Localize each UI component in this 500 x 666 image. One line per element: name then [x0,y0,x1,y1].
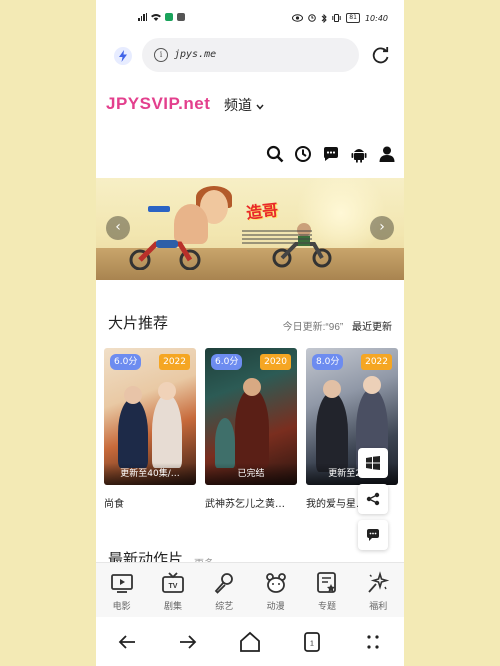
eye-icon [292,14,304,22]
chevron-down-icon [256,104,264,110]
channel-menu-label: 频道 [224,97,252,113]
poster-face [323,380,341,398]
chat-float-button[interactable] [358,520,388,550]
browser-address-row: i jpys.me [96,38,404,72]
phone-screen: 81 10:40 i jpys.me JPYSVIP.net 频道 造哥 ‹ ›… [96,0,404,666]
back-arrow-icon[interactable] [115,630,139,654]
sparkle-icon [368,571,390,593]
vibrate-icon [332,14,341,22]
tv-icon: TV [162,572,184,593]
tab-series[interactable]: TV 剧集 [150,563,196,617]
banner-tag [148,206,170,212]
svg-text:TV: TV [169,583,178,590]
tab-label: 剧集 [163,601,182,611]
app-notification-icon-2 [177,13,185,21]
poster-face [158,382,176,400]
tab-label: 电影 [112,601,131,611]
android-icon[interactable] [350,145,368,163]
forward-arrow-icon[interactable] [176,630,200,654]
tab-label: 动漫 [266,601,285,611]
bluetooth-icon [321,13,328,23]
tab-variety[interactable]: 综艺 [201,563,247,617]
year-badge: 2020 [260,354,291,370]
share-icon [366,492,380,506]
update-status: 已完结 [205,463,297,485]
tab-welfare[interactable]: 福利 [355,563,401,617]
section-title: 大片推荐 [108,315,169,332]
history-icon[interactable] [294,145,312,163]
poster-figure [215,418,235,468]
share-float-button[interactable] [358,484,388,514]
score-badge: 6.0分 [211,354,243,370]
tab-label: 综艺 [215,601,234,611]
tab-topic[interactable]: 专题 [304,563,350,617]
poster-figure [316,392,348,472]
comment-icon[interactable] [322,145,340,163]
recent-updates-link[interactable]: 最近更新 [352,322,392,333]
status-bar: 81 10:40 [96,0,404,36]
section-meta: 今日更新:“96” 最近更新 [283,318,392,333]
poster-face [363,376,381,394]
carousel-prev-button[interactable]: ‹ [106,216,130,240]
search-icon[interactable] [266,145,284,163]
poster-face [124,386,142,404]
banner-caption-art [242,230,312,244]
info-icon[interactable]: i [154,48,168,62]
header-tools [266,145,396,163]
motorcycle-illustration [129,240,201,270]
movie-poster[interactable]: 6.0分 2022 更新至40集/… [104,348,196,485]
status-left [138,13,185,21]
poster-figure [118,398,148,468]
movie-icon [110,574,133,593]
poster-figure [235,388,269,468]
windows-float-button[interactable] [358,448,388,478]
status-right: 81 10:40 [292,13,388,23]
movie-title[interactable]: 武神苏乞儿之黄… [205,495,297,510]
app-notification-icon [165,13,173,21]
microphone-icon [215,573,234,594]
tab-label: 福利 [369,601,388,611]
status-time: 10:40 [364,13,388,23]
tab-label: 专题 [317,601,336,611]
poster-figure [152,394,182,468]
featured-cards: 6.0分 2022 更新至40集/… 尚食 6.0分 2020 已完结 武神苏乞… [104,348,398,510]
score-badge: 8.0分 [312,354,344,370]
update-status: 更新至40集/… [104,463,196,485]
channel-menu[interactable]: 频道 [224,95,264,115]
system-navigation: 1 [96,618,404,666]
tab-anime[interactable]: 动漫 [253,563,299,617]
bolt-icon[interactable] [114,47,132,65]
year-badge: 2022 [361,354,392,370]
movie-title[interactable]: 尚食 [104,495,196,510]
movie-card[interactable]: 6.0分 2020 已完结 武神苏乞儿之黄… [205,348,297,510]
movie-poster[interactable]: 6.0分 2020 已完结 [205,348,297,485]
url-text[interactable]: jpys.me [174,49,216,60]
chat-icon [367,529,379,541]
year-badge: 2022 [159,354,190,370]
score-badge: 6.0分 [110,354,142,370]
bear-icon [265,573,286,593]
menu-dots-icon[interactable] [361,630,385,654]
user-icon[interactable] [378,145,396,163]
cellular-signal-icon [138,13,147,21]
alarm-icon [308,14,317,22]
topic-icon [317,572,336,593]
tab-movie[interactable]: 电影 [99,563,145,617]
site-logo[interactable]: JPYSVIP.net [106,94,210,114]
battery-indicator: 81 [346,13,360,23]
svg-text:1: 1 [310,641,314,648]
carousel-next-button[interactable]: › [370,216,394,240]
wifi-icon [151,14,161,21]
address-bar[interactable]: i jpys.me [142,38,359,72]
movie-card[interactable]: 6.0分 2022 更新至40集/… 尚食 [104,348,196,510]
home-icon[interactable] [238,630,262,654]
banner-carousel[interactable]: 造哥 [96,178,404,280]
today-updated-label: 今日更新:“96” [282,322,344,333]
banner-title-art: 造哥 [245,202,280,223]
tabs-icon[interactable]: 1 [300,630,324,654]
poster-face [243,378,261,396]
windows-icon [366,456,380,470]
reload-icon[interactable] [372,46,390,64]
bottom-tab-bar: 电影 TV 剧集 综艺 动漫 专题 福利 [96,562,404,617]
